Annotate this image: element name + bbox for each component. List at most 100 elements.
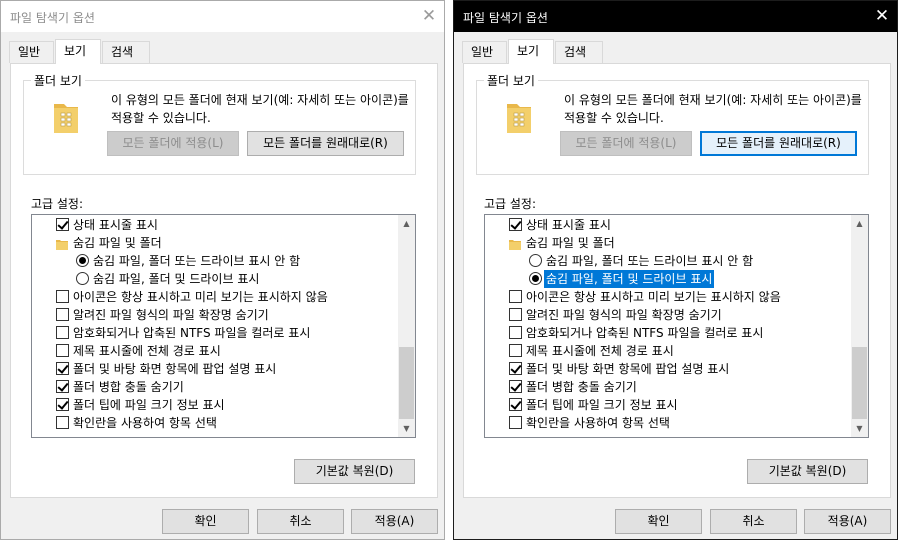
setting-label: 숨김 파일, 폴더 및 드라이브 표시 (544, 270, 715, 288)
setting-row[interactable]: 상태 표시줄 표시 (32, 216, 392, 234)
setting-checkbox[interactable] (509, 308, 522, 321)
tab-view[interactable]: 보기 (55, 39, 101, 64)
setting-row[interactable]: 확인란을 사용하여 항목 선택 (485, 414, 845, 432)
setting-row[interactable]: 숨김 파일 및 폴더 (32, 234, 392, 252)
chevron-down-icon[interactable]: ▼ (398, 420, 415, 437)
setting-checkbox[interactable] (56, 308, 69, 321)
setting-row[interactable]: 숨김 파일, 폴더 또는 드라이브 표시 안 함 (485, 252, 845, 270)
reset-folders-button[interactable]: 모든 폴더를 원래대로(R) (247, 131, 404, 156)
advanced-settings-label: 고급 설정: (484, 197, 537, 211)
apply-to-folders-button[interactable]: 모든 폴더에 적용(L) (560, 131, 692, 156)
setting-label: 제목 표시줄에 전체 경로 표시 (526, 344, 674, 358)
setting-label: 제목 표시줄에 전체 경로 표시 (73, 344, 221, 358)
setting-label: 숨김 파일 및 폴더 (526, 236, 615, 250)
setting-row[interactable]: 숨김 파일, 폴더 및 드라이브 표시 (32, 270, 392, 288)
title-bar: 파일 탐색기 옵션 ✕ (1, 1, 444, 32)
setting-checkbox[interactable] (56, 218, 69, 231)
setting-row[interactable]: 숨김 파일, 폴더 또는 드라이브 표시 안 함 (32, 252, 392, 270)
setting-label: 폴더 팁에 파일 크기 정보 표시 (526, 398, 678, 412)
setting-row[interactable]: 제목 표시줄에 전체 경로 표시 (485, 342, 845, 360)
setting-row[interactable]: 알려진 파일 형식의 파일 확장명 숨기기 (32, 306, 392, 324)
setting-label: 숨김 파일, 폴더 또는 드라이브 표시 안 함 (546, 254, 754, 268)
vertical-scrollbar[interactable]: ▲ ▼ (851, 215, 868, 437)
setting-checkbox[interactable] (509, 326, 522, 339)
setting-row[interactable]: 숨김 파일, 폴더 및 드라이브 표시 (485, 270, 845, 288)
restore-defaults-button[interactable]: 기본값 복원(D) (294, 459, 415, 484)
advanced-settings-list[interactable]: 상태 표시줄 표시숨김 파일 및 폴더숨김 파일, 폴더 또는 드라이브 표시 … (31, 214, 416, 438)
setting-label: 숨김 파일, 폴더 및 드라이브 표시 (93, 272, 260, 286)
setting-checkbox[interactable] (509, 218, 522, 231)
restore-defaults-button[interactable]: 기본값 복원(D) (747, 459, 868, 484)
apply-button[interactable]: 적용(A) (804, 509, 891, 534)
tab-search[interactable]: 검색 (102, 41, 150, 63)
setting-row[interactable]: 숨김 파일 및 폴더 (485, 234, 845, 252)
cancel-button[interactable]: 취소 (710, 509, 797, 534)
scroll-thumb[interactable] (399, 347, 414, 419)
setting-checkbox[interactable] (509, 290, 522, 303)
setting-checkbox[interactable] (509, 380, 522, 393)
setting-label: 아이콘은 항상 표시하고 미리 보기는 표시하지 않음 (73, 290, 328, 304)
title-bar: 파일 탐색기 옵션 ✕ (454, 1, 897, 32)
ok-button[interactable]: 확인 (615, 509, 702, 534)
setting-checkbox[interactable] (56, 398, 69, 411)
setting-row[interactable]: 암호화되거나 압축된 NTFS 파일을 컬러로 표시 (32, 324, 392, 342)
setting-row[interactable]: 아이콘은 항상 표시하고 미리 보기는 표시하지 않음 (485, 288, 845, 306)
folder-views-description: 이 유형의 모든 폴더에 현재 보기(예: 자세히 또는 아이콘)를 적용할 수… (564, 93, 862, 125)
close-icon[interactable]: ✕ (414, 1, 444, 32)
setting-row[interactable]: 폴더 병합 충돌 숨기기 (485, 378, 845, 396)
setting-checkbox[interactable] (509, 416, 522, 429)
tab-search[interactable]: 검색 (555, 41, 603, 63)
chevron-up-icon[interactable]: ▲ (851, 215, 868, 232)
apply-to-folders-button[interactable]: 모든 폴더에 적용(L) (107, 131, 239, 156)
advanced-settings-list[interactable]: 상태 표시줄 표시숨김 파일 및 폴더숨김 파일, 폴더 또는 드라이브 표시 … (484, 214, 869, 438)
setting-radio[interactable] (76, 272, 89, 285)
setting-row[interactable]: 암호화되거나 압축된 NTFS 파일을 컬러로 표시 (485, 324, 845, 342)
cancel-button[interactable]: 취소 (257, 509, 344, 534)
tab-view[interactable]: 보기 (508, 39, 554, 64)
setting-checkbox[interactable] (56, 326, 69, 339)
setting-label: 암호화되거나 압축된 NTFS 파일을 컬러로 표시 (526, 326, 764, 340)
setting-row[interactable]: 폴더 팁에 파일 크기 정보 표시 (485, 396, 845, 414)
setting-label: 숨김 파일 및 폴더 (73, 236, 162, 250)
setting-row[interactable]: 아이콘은 항상 표시하고 미리 보기는 표시하지 않음 (32, 288, 392, 306)
setting-checkbox[interactable] (56, 290, 69, 303)
setting-row[interactable]: 상태 표시줄 표시 (485, 216, 845, 234)
setting-row[interactable]: 폴더 및 바탕 화면 항목에 팝업 설명 표시 (32, 360, 392, 378)
tab-general[interactable]: 일반 (9, 41, 54, 63)
scroll-thumb[interactable] (852, 347, 867, 419)
setting-radio[interactable] (76, 254, 89, 267)
setting-label: 상태 표시줄 표시 (73, 218, 158, 232)
folder-views-description: 이 유형의 모든 폴더에 현재 보기(예: 자세히 또는 아이콘)를 적용할 수… (111, 93, 409, 125)
setting-label: 알려진 파일 형식의 파일 확장명 숨기기 (526, 308, 722, 322)
setting-checkbox[interactable] (509, 362, 522, 375)
tab-general[interactable]: 일반 (462, 41, 507, 63)
ok-button[interactable]: 확인 (162, 509, 249, 534)
setting-row[interactable]: 폴더 병합 충돌 숨기기 (32, 378, 392, 396)
setting-checkbox[interactable] (56, 344, 69, 357)
setting-radio[interactable] (529, 254, 542, 267)
chevron-down-icon[interactable]: ▼ (851, 420, 868, 437)
setting-row[interactable]: 제목 표시줄에 전체 경로 표시 (32, 342, 392, 360)
setting-checkbox[interactable] (509, 398, 522, 411)
dialog-title: 파일 탐색기 옵션 (10, 11, 95, 25)
advanced-settings-label: 고급 설정: (31, 197, 84, 211)
apply-button[interactable]: 적용(A) (351, 509, 438, 534)
reset-folders-button[interactable]: 모든 폴더를 원래대로(R) (700, 131, 857, 156)
setting-label: 알려진 파일 형식의 파일 확장명 숨기기 (73, 308, 269, 322)
group-legend: 폴더 보기 (31, 72, 85, 89)
vertical-scrollbar[interactable]: ▲ ▼ (398, 215, 415, 437)
setting-checkbox[interactable] (56, 362, 69, 375)
setting-radio[interactable] (529, 272, 542, 285)
setting-label: 숨김 파일, 폴더 또는 드라이브 표시 안 함 (93, 254, 301, 268)
setting-label: 폴더 및 바탕 화면 항목에 팝업 설명 표시 (73, 362, 277, 376)
setting-checkbox[interactable] (56, 380, 69, 393)
setting-checkbox[interactable] (509, 344, 522, 357)
setting-row[interactable]: 폴더 팁에 파일 크기 정보 표시 (32, 396, 392, 414)
setting-row[interactable]: 폴더 및 바탕 화면 항목에 팝업 설명 표시 (485, 360, 845, 378)
close-icon[interactable]: ✕ (867, 1, 897, 32)
chevron-up-icon[interactable]: ▲ (398, 215, 415, 232)
setting-row[interactable]: 알려진 파일 형식의 파일 확장명 숨기기 (485, 306, 845, 324)
setting-row[interactable]: 확인란을 사용하여 항목 선택 (32, 414, 392, 432)
group-legend: 폴더 보기 (484, 72, 538, 89)
setting-checkbox[interactable] (56, 416, 69, 429)
